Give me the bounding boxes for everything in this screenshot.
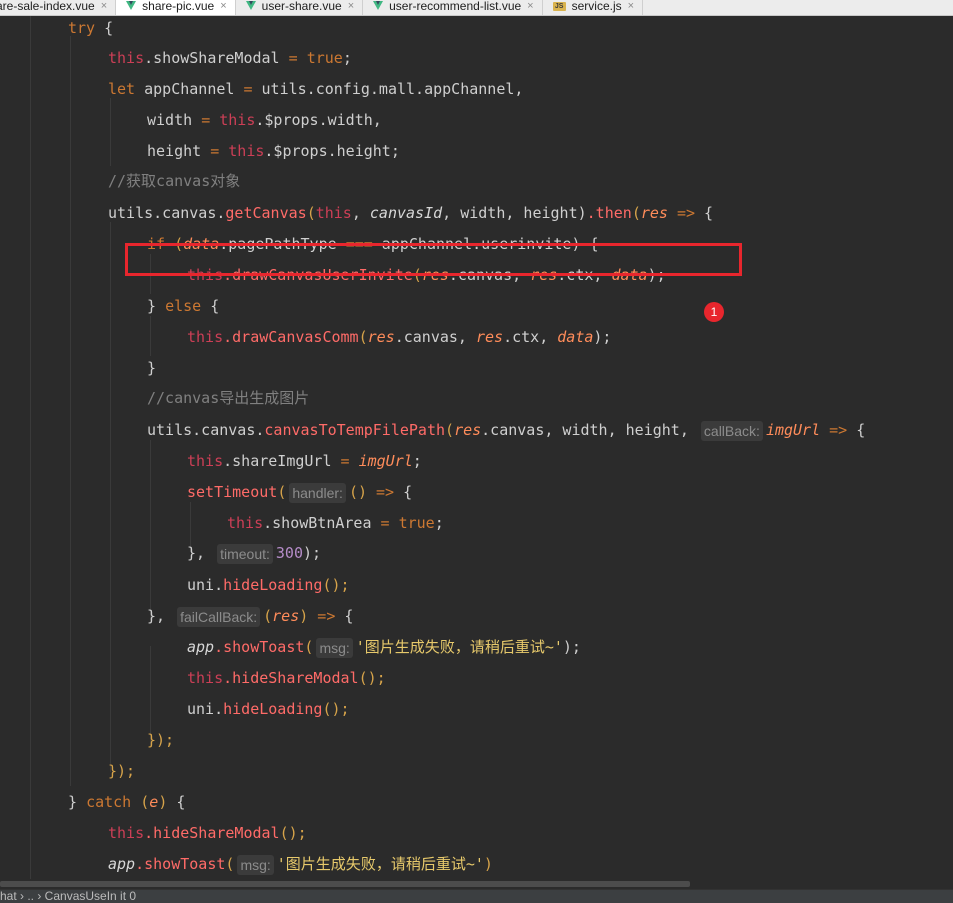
code-line: this.showShareModal = true; bbox=[108, 49, 352, 67]
code-line: this.hideShareModal(); bbox=[108, 824, 307, 842]
tab-share-pic[interactable]: share-pic.vue × bbox=[116, 0, 236, 15]
code-line: utils.canvas.canvasToTempFilePath(res.ca… bbox=[147, 420, 866, 441]
highlight-annotation-box bbox=[125, 243, 742, 276]
code-line: }); bbox=[108, 762, 136, 780]
close-icon[interactable]: × bbox=[101, 0, 107, 14]
editor-tab-bar: are-sale-index.vue × share-pic.vue × use… bbox=[0, 0, 953, 16]
code-line: uni.hideLoading(); bbox=[187, 576, 350, 594]
parameter-hint: timeout: bbox=[217, 543, 273, 564]
breadcrumb-text: hat › .. › CanvasUseIn it 0 bbox=[0, 889, 137, 903]
code-comment: //canvas导出生成图片 bbox=[147, 389, 310, 407]
code-line: uni.hideLoading(); bbox=[187, 700, 350, 718]
tab-service-js[interactable]: JS service.js × bbox=[543, 0, 644, 15]
horizontal-scrollbar[interactable] bbox=[0, 879, 953, 889]
close-icon[interactable]: × bbox=[220, 0, 226, 14]
tab-user-recommend-list[interactable]: user-recommend-list.vue × bbox=[363, 0, 543, 15]
parameter-hint: msg: bbox=[237, 854, 274, 875]
code-line: setTimeout(handler:() => { bbox=[187, 482, 413, 503]
close-icon[interactable]: × bbox=[527, 0, 533, 14]
code-line: this.shareImgUrl = imgUrl; bbox=[187, 452, 422, 470]
indent-guide bbox=[150, 316, 151, 356]
indent-guide bbox=[30, 16, 31, 886]
code-line: } catch (e) { bbox=[68, 793, 186, 811]
tab-label: user-recommend-list.vue bbox=[389, 0, 522, 13]
code-comment: //获取canvas对象 bbox=[108, 172, 241, 190]
vue-icon bbox=[245, 1, 256, 10]
code-line: }, failCallBack: (res) => { bbox=[147, 606, 354, 627]
parameter-hint: callBack: bbox=[700, 420, 763, 441]
code-line: this.hideShareModal(); bbox=[187, 669, 386, 687]
code-line: app.showToast(msg: '图片生成失败，请稍后重试~') bbox=[108, 854, 493, 875]
code-line: } bbox=[147, 359, 157, 377]
annotation-badge: 1 bbox=[704, 302, 724, 322]
tab-label: user-share.vue bbox=[261, 0, 342, 13]
close-icon[interactable]: × bbox=[628, 0, 634, 14]
js-file-icon: JS bbox=[552, 1, 566, 11]
tab-label: are-sale-index.vue bbox=[0, 0, 95, 13]
code-line: } else { bbox=[147, 297, 220, 315]
indent-guide bbox=[110, 222, 111, 772]
indent-guide bbox=[110, 98, 111, 166]
close-icon[interactable]: × bbox=[348, 0, 354, 14]
code-editor[interactable]: try { this.showShareModal = true; let ap… bbox=[0, 16, 953, 886]
scrollbar-thumb[interactable] bbox=[0, 881, 690, 887]
vue-icon bbox=[373, 1, 384, 10]
parameter-hint: failCallBack: bbox=[177, 606, 261, 627]
code-line: }, timeout: 300); bbox=[187, 543, 322, 564]
vue-icon bbox=[126, 1, 137, 10]
tab-user-share[interactable]: user-share.vue × bbox=[236, 0, 364, 15]
code-line: }); bbox=[147, 731, 175, 749]
indent-guide bbox=[70, 36, 71, 786]
code-line: try { bbox=[68, 19, 114, 37]
parameter-hint: msg: bbox=[316, 637, 353, 658]
code-line: let appChannel = utils.config.mall.appCh… bbox=[108, 80, 524, 98]
code-line: app.showToast(msg: '图片生成失败，请稍后重试~'); bbox=[187, 637, 581, 658]
breadcrumb-bar: hat › .. › CanvasUseIn it 0 bbox=[0, 889, 953, 903]
parameter-hint: handler: bbox=[289, 482, 346, 503]
code-line: width = this.$props.width, bbox=[147, 111, 382, 129]
indent-guide bbox=[150, 440, 151, 620]
code-line: this.showBtnArea = true; bbox=[227, 514, 444, 532]
tab-label: share-pic.vue bbox=[142, 0, 215, 13]
code-line: utils.canvas.getCanvas(this, canvasId, w… bbox=[108, 204, 714, 222]
code-line: this.drawCanvasComm(res.canvas, res.ctx,… bbox=[187, 328, 612, 346]
tab-label: service.js bbox=[571, 0, 622, 13]
code-line: height = this.$props.height; bbox=[147, 142, 400, 160]
tab-are-sale-index[interactable]: are-sale-index.vue × bbox=[0, 0, 117, 15]
